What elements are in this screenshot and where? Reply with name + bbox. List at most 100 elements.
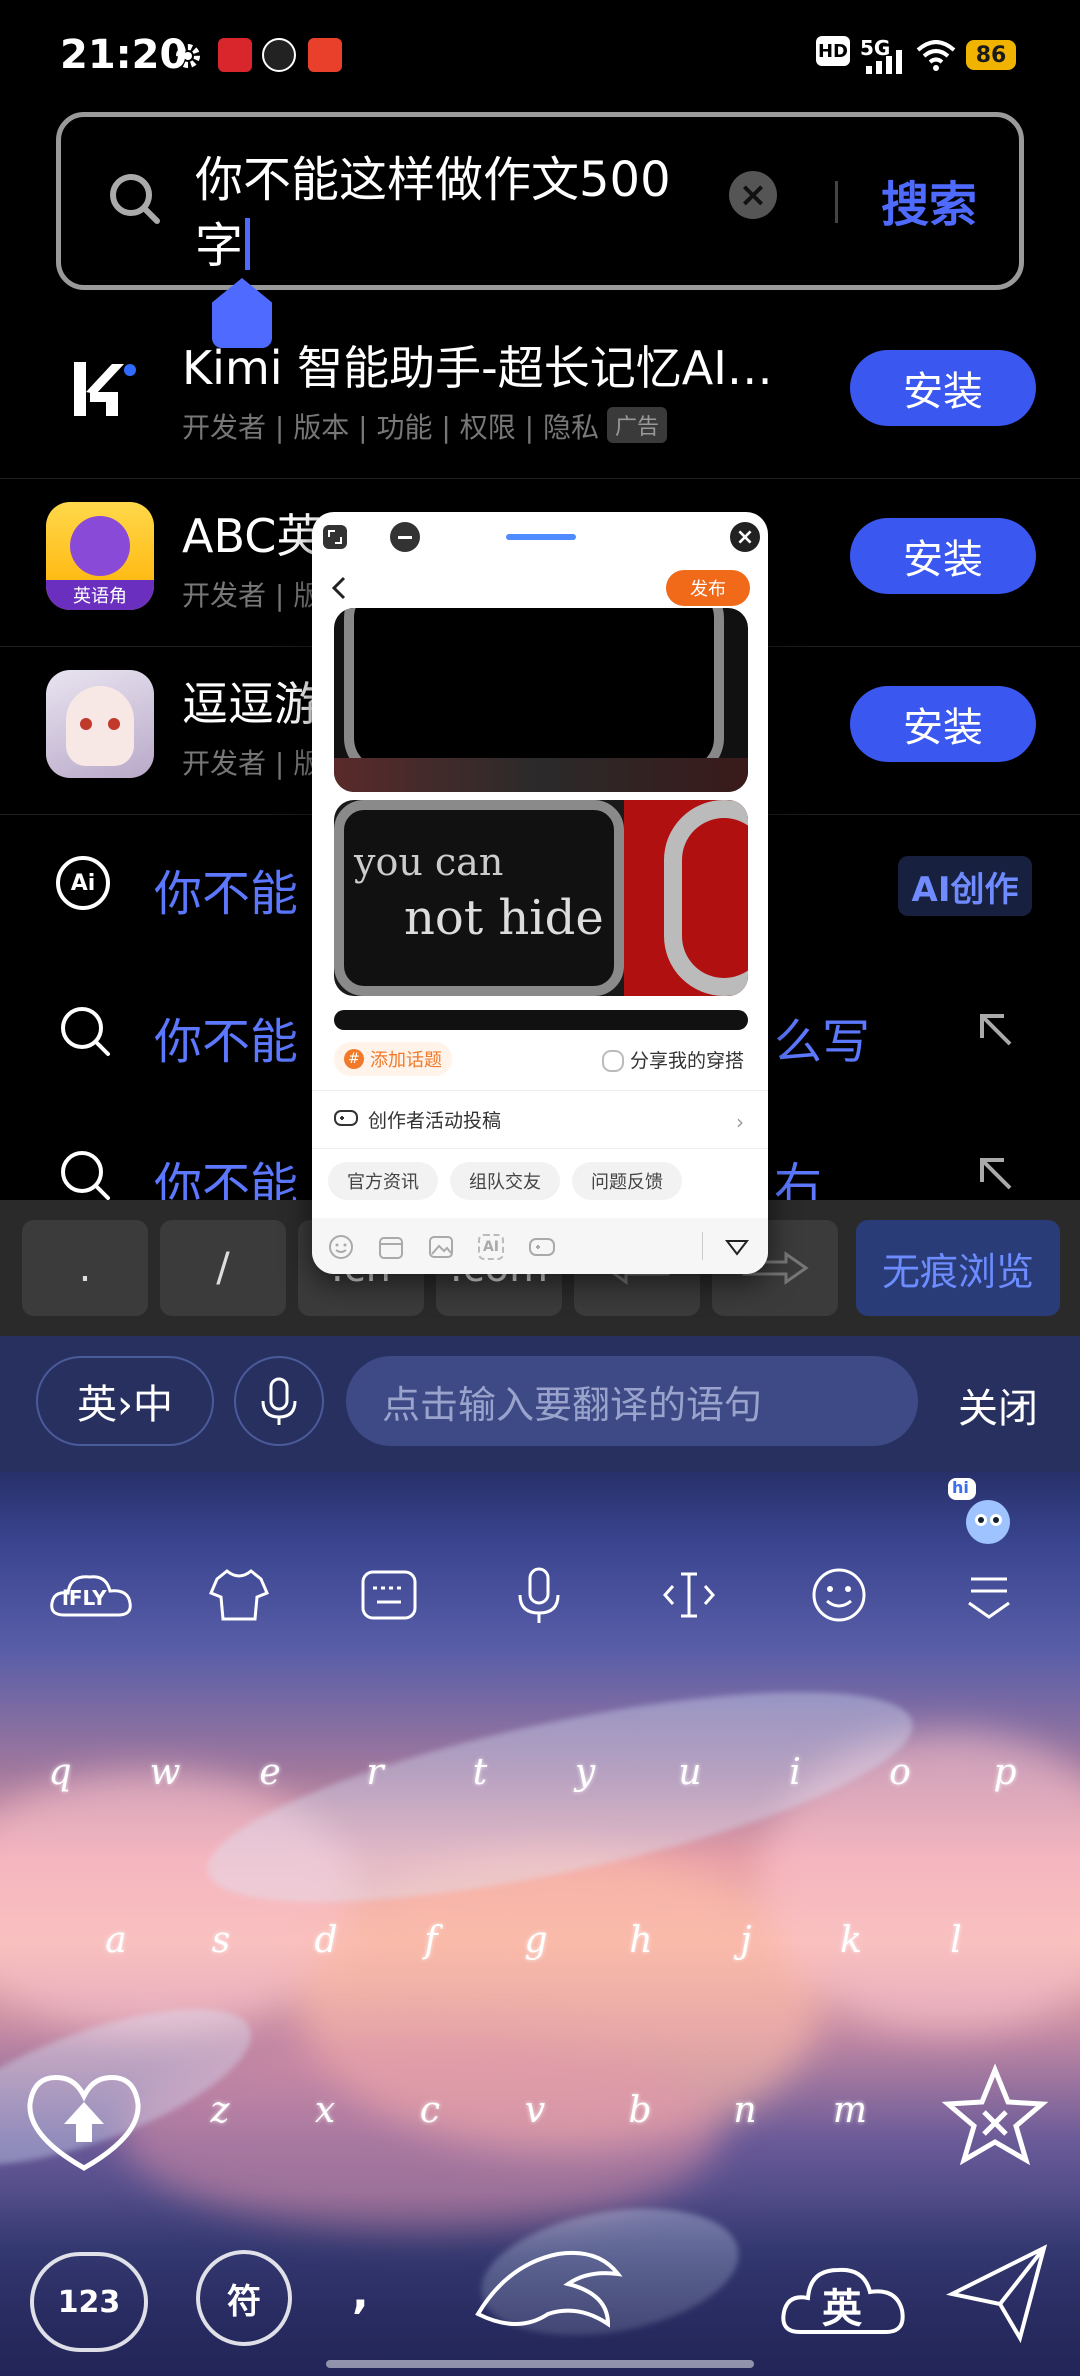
- language-switch-key[interactable]: 英: [776, 2242, 916, 2352]
- divider: [312, 1090, 768, 1091]
- app-name: 逗逗游: [182, 677, 320, 731]
- ai-create-button[interactable]: AI创作: [898, 856, 1032, 916]
- add-topic-button[interactable]: # 添加话题: [334, 1042, 452, 1076]
- key-d[interactable]: d: [296, 1920, 356, 1961]
- ai-icon[interactable]: AI: [478, 1234, 504, 1260]
- comma-key[interactable]: ,: [352, 2268, 369, 2319]
- post-image[interactable]: [334, 608, 748, 792]
- search-input[interactable]: 你不能这样做作文500 字: [195, 147, 755, 279]
- calendar-icon[interactable]: [378, 1234, 404, 1260]
- close-translate-button[interactable]: 关闭: [958, 1376, 1038, 1434]
- key-y[interactable]: y: [555, 1752, 615, 1793]
- search-button[interactable]: 搜索: [881, 165, 977, 235]
- chip-official-news[interactable]: 官方资讯: [328, 1162, 438, 1200]
- fill-arrow-icon[interactable]: [976, 1010, 1016, 1050]
- symbols-key[interactable]: 符: [196, 2250, 292, 2346]
- publish-button[interactable]: 发布: [666, 570, 750, 606]
- key-f[interactable]: f: [401, 1920, 461, 1961]
- key-row-3: z x c v b n m: [190, 2090, 890, 2150]
- key-x[interactable]: x: [295, 2090, 355, 2131]
- key-m[interactable]: m: [820, 2090, 880, 2131]
- key-l[interactable]: l: [926, 1920, 986, 1961]
- microphone-icon[interactable]: [504, 1560, 574, 1630]
- expand-icon[interactable]: [322, 524, 348, 550]
- post-image[interactable]: you can not hide: [334, 800, 748, 996]
- key-i[interactable]: i: [765, 1752, 825, 1793]
- emoji-icon[interactable]: [804, 1560, 874, 1630]
- app-result-row[interactable]: Kimi 智能助手-超长记忆AI… 开发者 | 版本 | 功能 | 权限 | 隐…: [0, 310, 1080, 479]
- key-j[interactable]: j: [716, 1920, 776, 1961]
- clear-search-button[interactable]: ×: [729, 171, 777, 219]
- key-row-1: q w e r t y u i o p: [30, 1752, 1050, 1812]
- chip-feedback[interactable]: 问题反馈: [572, 1162, 682, 1200]
- key-p[interactable]: p: [975, 1752, 1035, 1793]
- shift-key[interactable]: [14, 2064, 154, 2174]
- key-v[interactable]: v: [505, 2090, 565, 2131]
- chevron-down-icon[interactable]: [724, 1236, 750, 1258]
- add-topic-label: 添加话题: [370, 1050, 442, 1071]
- key-k[interactable]: k: [821, 1920, 881, 1961]
- signal-icon: [866, 50, 908, 74]
- chip-team-up[interactable]: 组队交友: [450, 1162, 560, 1200]
- skin-icon[interactable]: [204, 1560, 274, 1630]
- key-z[interactable]: z: [190, 2090, 250, 2131]
- search-query-line2: 字: [195, 218, 244, 274]
- voice-translate-button[interactable]: [234, 1356, 324, 1446]
- minimize-icon[interactable]: [390, 522, 420, 552]
- emoji-icon[interactable]: [328, 1234, 354, 1260]
- quick-key-dot[interactable]: .: [22, 1220, 148, 1316]
- creator-activity-row[interactable]: 创作者活动投稿: [368, 1106, 501, 1133]
- collapse-keyboard-icon[interactable]: [954, 1560, 1024, 1630]
- search-bar[interactable]: 你不能这样做作文500 字 × 搜索: [56, 112, 1024, 290]
- assistant-mascot-icon[interactable]: hi: [948, 1478, 1018, 1548]
- divider: [702, 1232, 703, 1260]
- image-icon[interactable]: [428, 1234, 454, 1260]
- translate-input[interactable]: 点击输入要翻译的语句: [346, 1356, 918, 1446]
- key-t[interactable]: t: [450, 1752, 510, 1793]
- cursor-move-icon[interactable]: [654, 1560, 724, 1630]
- close-icon[interactable]: ×: [730, 522, 760, 552]
- send-key[interactable]: [944, 2238, 1054, 2348]
- quick-key-slash[interactable]: /: [160, 1220, 286, 1316]
- text-caret: [245, 218, 251, 270]
- key-e[interactable]: e: [240, 1752, 300, 1793]
- key-h[interactable]: h: [611, 1920, 671, 1961]
- microphone-icon: [261, 1377, 297, 1425]
- app-notification-icon: [218, 38, 252, 72]
- install-button[interactable]: 安装: [850, 518, 1036, 594]
- suggestion-text-tail: 么写: [774, 1014, 871, 1070]
- key-n[interactable]: n: [715, 2090, 775, 2131]
- install-button[interactable]: 安装: [850, 350, 1036, 426]
- language-toggle-button[interactable]: 英›中: [36, 1356, 214, 1446]
- key-q[interactable]: q: [30, 1752, 90, 1793]
- home-indicator: [326, 2360, 754, 2368]
- incognito-browse-button[interactable]: 无痕浏览: [856, 1220, 1060, 1316]
- key-g[interactable]: g: [506, 1920, 566, 1961]
- keyboard-layout-icon[interactable]: [354, 1560, 424, 1630]
- key-w[interactable]: w: [135, 1752, 195, 1793]
- post-image[interactable]: [334, 1010, 748, 1030]
- install-button[interactable]: 安装: [850, 686, 1036, 762]
- share-outfit-label[interactable]: 分享我的穿搭: [630, 1046, 744, 1073]
- share-outfit-radio[interactable]: [602, 1050, 624, 1072]
- search-icon: [107, 171, 163, 227]
- hashtag-icon: #: [344, 1049, 364, 1069]
- back-icon[interactable]: [328, 574, 352, 602]
- drag-handle[interactable]: [506, 534, 576, 540]
- key-o[interactable]: o: [870, 1752, 930, 1793]
- key-b[interactable]: b: [610, 2090, 670, 2131]
- key-r[interactable]: r: [345, 1752, 405, 1793]
- key-a[interactable]: a: [86, 1920, 146, 1961]
- ifly-brand-button[interactable]: iFLY: [48, 1560, 134, 1630]
- floating-window-header: × 发布: [312, 512, 768, 608]
- fill-arrow-icon[interactable]: [976, 1154, 1016, 1194]
- delete-key[interactable]: [940, 2062, 1050, 2172]
- key-c[interactable]: c: [400, 2090, 460, 2131]
- game-icon[interactable]: [528, 1234, 556, 1260]
- key-u[interactable]: u: [660, 1752, 720, 1793]
- abc-english-app-icon: 英语角: [46, 502, 154, 610]
- search-icon: [58, 1004, 112, 1058]
- space-key[interactable]: [458, 2224, 638, 2354]
- key-s[interactable]: s: [191, 1920, 251, 1961]
- numbers-key[interactable]: 123: [30, 2252, 148, 2352]
